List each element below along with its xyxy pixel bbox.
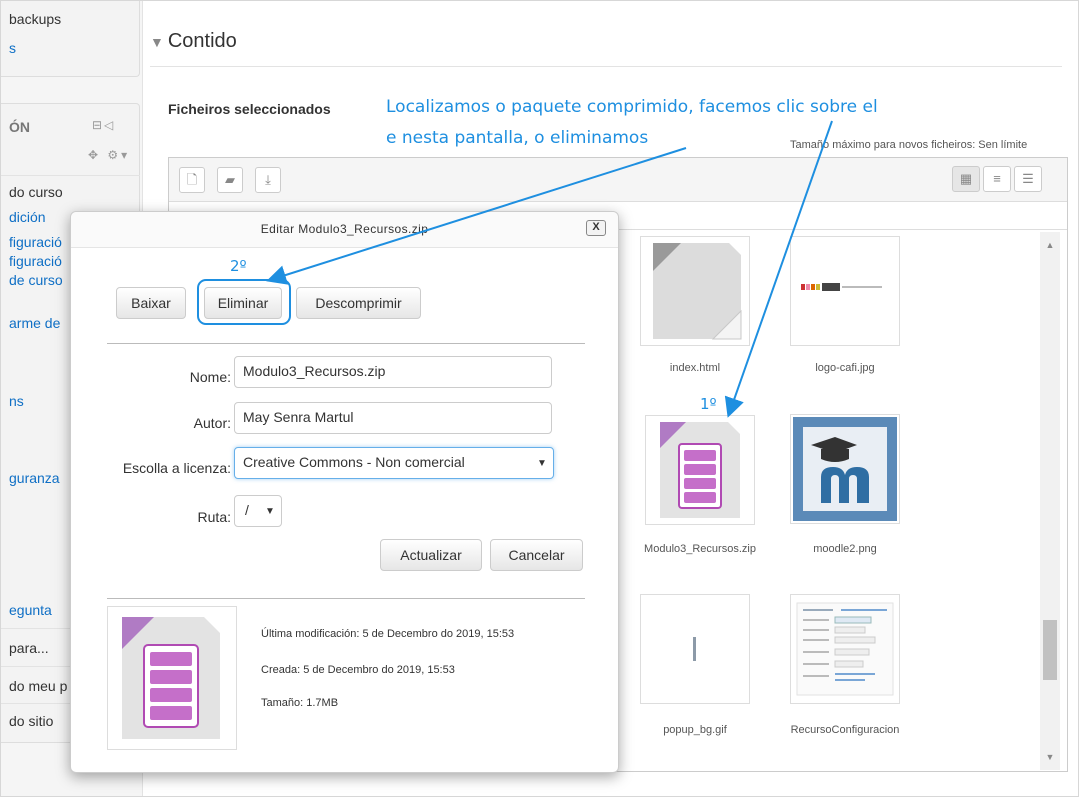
- name-field[interactable]: Modulo3_Recursos.zip: [234, 356, 552, 388]
- license-label: Escolla a licenza:: [122, 460, 231, 476]
- file-tile-popup[interactable]: [640, 594, 750, 704]
- download-all-button[interactable]: ⤓: [255, 167, 281, 193]
- step-2-label: 2º: [230, 257, 247, 275]
- file-preview: [107, 606, 237, 750]
- scroll-up-icon[interactable]: ▲: [1040, 236, 1060, 254]
- license-select[interactable]: Creative Commons - Non comercial: [234, 447, 554, 479]
- annotation-line-1: Localizamos o paquete comprimido, facemo…: [386, 97, 878, 117]
- dialog-divider: [107, 343, 585, 344]
- dialog-title: Editar Modulo3_Recursos.zip: [260, 222, 429, 236]
- scroll-down-icon[interactable]: ▼: [1040, 748, 1060, 766]
- sidebar-item[interactable]: do sitio: [9, 713, 53, 729]
- dialog-header: Editar Modulo3_Recursos.zip X: [71, 212, 618, 248]
- unzip-button[interactable]: Descomprimir: [296, 287, 421, 319]
- collapse-triangle-icon: ▼: [150, 34, 164, 50]
- tree-view-button[interactable]: ☰: [1014, 166, 1042, 192]
- sidebar-item[interactable]: do curso: [9, 184, 63, 200]
- section-title[interactable]: ▼ Contido: [150, 30, 237, 53]
- sidebar-item[interactable]: do meu p: [9, 678, 67, 694]
- cancel-button[interactable]: Cancelar: [490, 539, 583, 571]
- close-icon[interactable]: X: [586, 220, 606, 236]
- file-name[interactable]: logo-cafi.jpg: [790, 362, 900, 374]
- file-area-scrollbar[interactable]: ▲ ▼: [1040, 232, 1060, 770]
- chevron-down-icon: ▼: [265, 506, 275, 517]
- file-tile-index[interactable]: [640, 236, 750, 346]
- create-folder-button[interactable]: ▰: [217, 167, 243, 193]
- sidebar-item[interactable]: ns: [9, 393, 24, 409]
- annotation-line-2: e nesta pantalla, o eliminamos: [386, 128, 649, 148]
- screenshot-thumbnail-icon: [796, 602, 894, 696]
- file-manager-toolbar: 🗋 ▰ ⤓ ▦ ≡ ☰: [169, 158, 1067, 202]
- file-name[interactable]: popup_bg.gif: [640, 724, 750, 736]
- icon-view-button[interactable]: ▦: [952, 166, 980, 192]
- move-gear-icon[interactable]: ✥ ⚙▾: [88, 148, 130, 162]
- sidebar-heading: ÓN: [9, 119, 30, 135]
- file-tile-logo[interactable]: [790, 236, 900, 346]
- name-label: Nome:: [189, 369, 231, 385]
- scroll-thumb[interactable]: [1043, 620, 1057, 680]
- sidebar-item[interactable]: para...: [9, 640, 49, 656]
- gif-thumbnail-icon: [693, 637, 696, 661]
- files-label: Ficheiros seleccionados: [168, 101, 331, 117]
- size-info: Tamaño: 1.7MB: [261, 697, 339, 709]
- dialog-divider: [107, 598, 585, 599]
- modified-info: Última modificación: 5 de Decembro do 20…: [261, 628, 515, 640]
- sidebar-item[interactable]: figuració: [9, 234, 62, 250]
- sidebar-item[interactable]: figuració: [9, 253, 62, 269]
- max-size-note: Tamaño máximo para novos ficheiros: Sen …: [790, 139, 1028, 151]
- license-value: Creative Commons - Non comercial: [243, 454, 465, 470]
- file-tile-recurso[interactable]: [790, 594, 900, 704]
- sidebar-item[interactable]: arme de: [9, 315, 60, 331]
- edit-file-dialog: Editar Modulo3_Recursos.zip X Baixar Eli…: [70, 211, 619, 773]
- file-name[interactable]: moodle2.png: [790, 543, 900, 555]
- file-name[interactable]: index.html: [640, 362, 750, 374]
- sidebar-item[interactable]: guranza: [9, 470, 60, 486]
- logo-thumbnail-icon: [801, 283, 882, 291]
- sidebar-divider: [0, 175, 140, 176]
- list-view-button[interactable]: ≡: [983, 166, 1011, 192]
- created-info: Creada: 5 de Decembro do 2019, 15:53: [261, 664, 455, 676]
- moodle-logo-icon: [793, 417, 897, 521]
- section-title-text: Contido: [167, 30, 237, 52]
- zip-archive-icon: [660, 422, 740, 518]
- step-1-label: 1º: [700, 395, 717, 413]
- add-file-button[interactable]: 🗋: [179, 167, 205, 193]
- file-tile-zip[interactable]: [645, 415, 755, 525]
- file-name[interactable]: RecursoConfiguracion: [782, 724, 908, 736]
- author-label: Autor:: [193, 415, 231, 431]
- sidebar-item[interactable]: de curso: [9, 272, 63, 288]
- update-button[interactable]: Actualizar: [380, 539, 482, 571]
- generic-file-icon: [653, 243, 742, 340]
- section-divider: [150, 66, 1062, 67]
- path-value: /: [245, 502, 249, 518]
- file-tile-moodle[interactable]: [790, 414, 900, 524]
- dock-icon[interactable]: ⊟◁: [92, 118, 115, 132]
- file-name[interactable]: Modulo3_Recursos.zip: [630, 543, 770, 555]
- sidebar-item[interactable]: dición: [9, 209, 46, 225]
- author-field[interactable]: May Senra Martul: [234, 402, 552, 434]
- sidebar-item[interactable]: egunta: [9, 602, 52, 618]
- sidebar-link[interactable]: s: [9, 40, 16, 56]
- path-label: Ruta:: [197, 509, 231, 525]
- chevron-down-icon: ▼: [537, 458, 547, 469]
- delete-highlight: [197, 279, 291, 325]
- download-button[interactable]: Baixar: [116, 287, 186, 319]
- sidebar-item-backups[interactable]: backups: [9, 11, 61, 27]
- zip-archive-icon: [122, 617, 220, 739]
